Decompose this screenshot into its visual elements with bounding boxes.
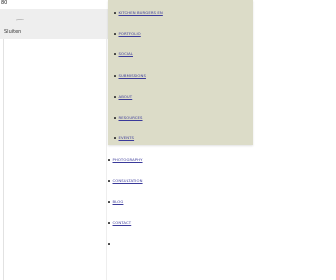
bullet-icon <box>108 180 110 182</box>
bullet-icon <box>114 96 116 98</box>
dropdown-item[interactable]: Social <box>114 50 254 58</box>
dropdown-item[interactable]: Submissions <box>114 72 254 80</box>
divider-mid <box>106 39 107 280</box>
dropdown-menu: Kitchen Burgers en Portfolio Social Submiss… <box>108 0 253 145</box>
dropdown-link[interactable]: Kitchen Burgers en <box>119 9 163 17</box>
dropdown-link[interactable]: Submissions <box>119 72 146 80</box>
bullet-icon <box>114 53 116 55</box>
dropdown-link[interactable]: Portfolio <box>119 30 141 38</box>
menu-item[interactable]: Contact <box>108 219 248 227</box>
dropdown-item[interactable]: About <box>114 93 254 101</box>
dropdown-item[interactable]: Kitchen Burgers en <box>114 9 254 17</box>
dropdown-item[interactable]: Events <box>114 134 254 142</box>
menu-link[interactable]: Consultation <box>113 177 143 185</box>
bullet-icon <box>114 117 116 119</box>
menu-item[interactable]: Consultation <box>108 177 248 185</box>
dropdown-link[interactable]: Events <box>119 134 135 142</box>
divider-left <box>3 39 4 280</box>
hamburger-icon[interactable] <box>16 19 24 25</box>
bullet-icon <box>108 201 110 203</box>
bullet-icon <box>108 243 110 245</box>
menu-link[interactable]: Contact <box>113 219 132 227</box>
corner-label: 80 <box>1 0 8 6</box>
bullet-icon <box>114 33 116 35</box>
menu-link[interactable]: Blog <box>113 198 124 206</box>
dropdown-item[interactable]: Portfolio <box>114 30 254 38</box>
skip-link[interactable]: Sluiten <box>4 29 21 36</box>
dropdown-link[interactable]: Social <box>119 50 133 58</box>
bullet-icon <box>108 222 110 224</box>
dropdown-item[interactable]: Resources <box>114 114 254 122</box>
bullet-icon <box>108 159 110 161</box>
bullet-icon <box>114 75 116 77</box>
menu-item[interactable] <box>108 240 248 248</box>
menu-item[interactable]: Photography <box>108 156 248 164</box>
bullet-icon <box>114 12 116 14</box>
bullet-icon <box>114 137 116 139</box>
menu-item[interactable]: Blog <box>108 198 248 206</box>
dropdown-link[interactable]: About <box>119 93 133 101</box>
dropdown-link[interactable]: Resources <box>119 114 143 122</box>
menu-link[interactable]: Photography <box>113 156 143 164</box>
